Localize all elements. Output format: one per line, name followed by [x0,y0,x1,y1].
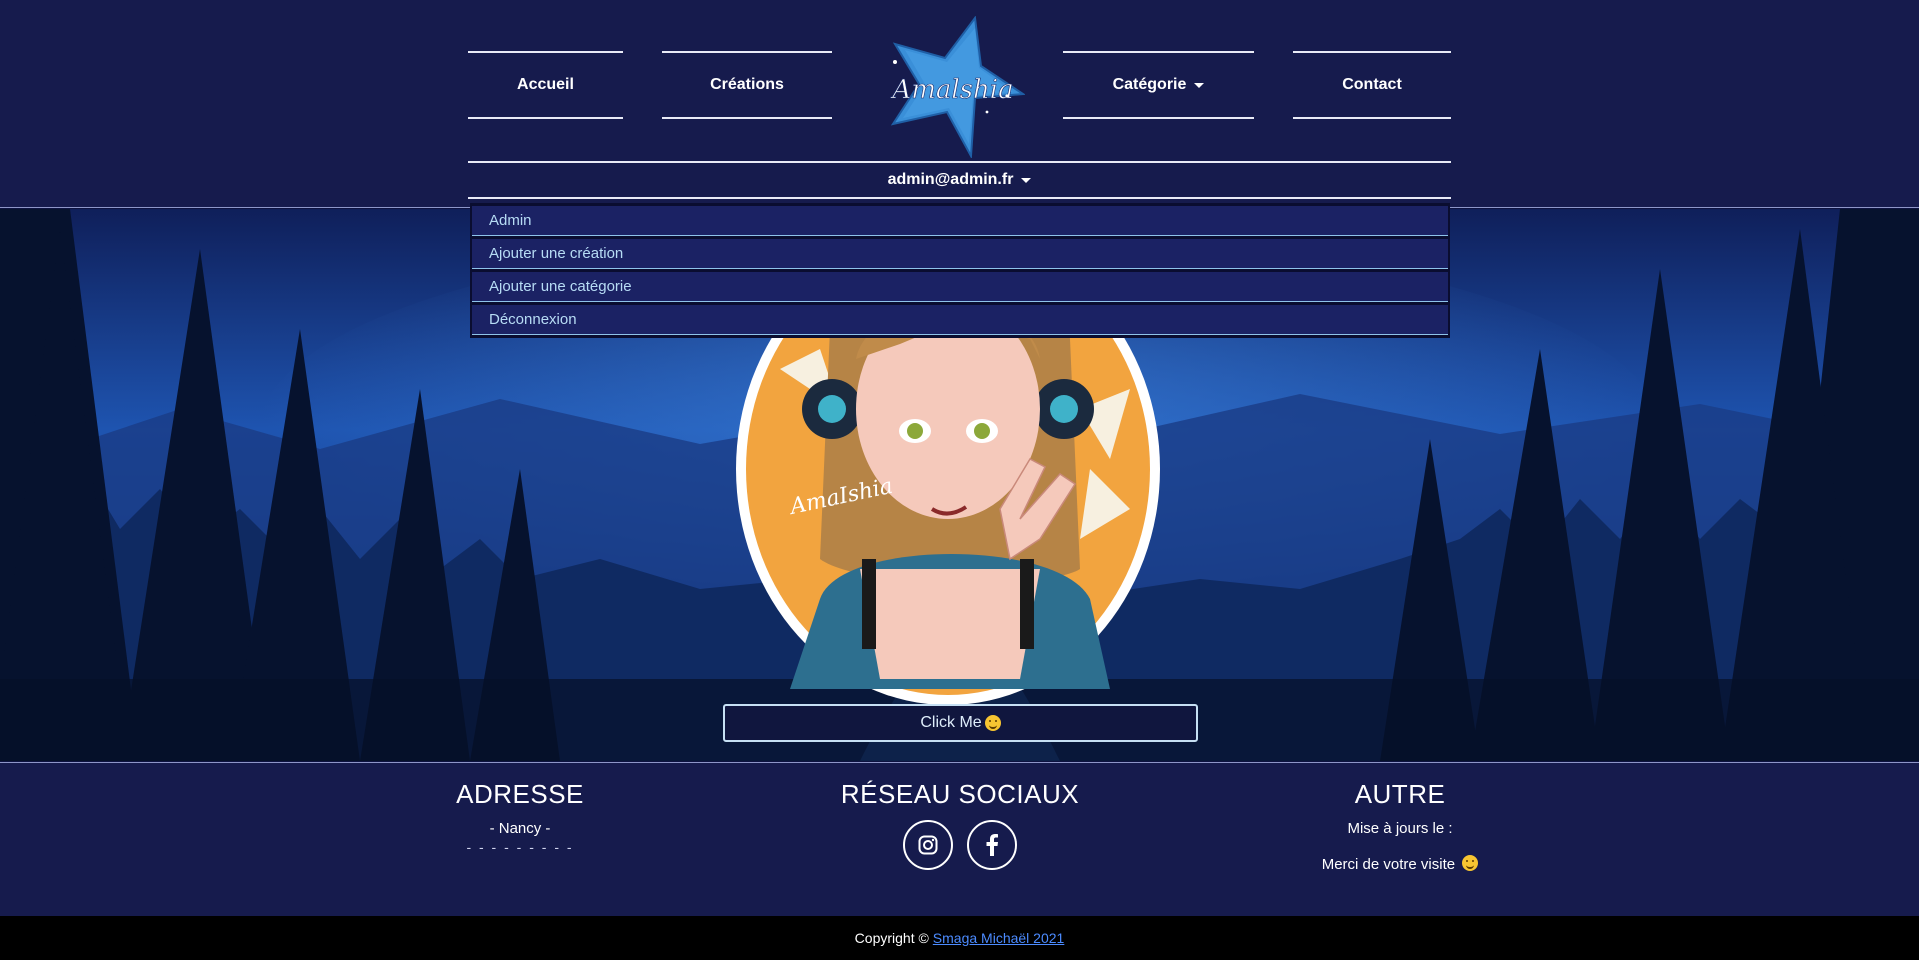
footer-dashes: - - - - - - - - - [466,839,574,855]
footer-updated-text: Mise à jours le : [1347,820,1453,837]
smile-emoji-icon [1462,855,1479,871]
nav-category-dropdown[interactable]: Catégorie [1063,51,1254,119]
dropdown-item-label: Déconnexion [489,311,577,328]
nav-home-link[interactable]: Accueil [468,51,623,119]
dropdown-item-label: Admin [489,212,532,229]
nav-contact-link[interactable]: Contact [1293,51,1451,119]
user-email: admin@admin.fr [887,171,1014,188]
instagram-icon [918,835,938,855]
dropdown-item-add-category[interactable]: Ajouter une catégorie [472,272,1448,302]
caret-down-icon [1021,177,1032,183]
dropdown-item-label: Ajouter une création [489,245,624,262]
facebook-icon [986,834,998,856]
dropdown-item-logout[interactable]: Déconnexion [472,305,1448,335]
site-logo[interactable]: Amalshia [875,15,1026,160]
copyright-author-link[interactable]: Smaga Michaël 2021 [933,930,1065,946]
footer-thanks-text: Merci de votre visite [1321,856,1456,873]
dropdown-item-label: Ajouter une catégorie [489,278,632,295]
nav-contact-label: Contact [1342,76,1402,93]
facebook-button[interactable] [967,820,1017,870]
dropdown-item-admin[interactable]: Admin [472,206,1448,236]
nav-creations-label: Créations [710,76,784,93]
star-logo-icon: Amalshia [890,15,1026,160]
footer-thanks: Merci de votre visite [1300,855,1500,873]
click-me-label: Click Me [920,714,982,731]
instagram-button[interactable] [903,820,953,870]
caret-down-icon [1194,82,1205,88]
logo-text: Amalshia [890,75,1013,105]
user-menu-toggle[interactable]: admin@admin.fr [468,161,1451,199]
footer-address-title: ADRESSE [456,779,584,809]
user-dropdown-menu: Admin Ajouter une création Ajouter une c… [470,203,1450,338]
click-me-button[interactable]: Click Me [723,704,1198,742]
site-footer: ADRESSE - Nancy - - - - - - - - - - RÉSE… [0,762,1919,916]
footer-address-column: ADRESSE - Nancy - - - - - - - - - - [420,779,620,855]
copyright-prefix: Copyright © [854,930,929,946]
footer-other-title: AUTRE [1354,779,1446,809]
footer-social-title: RÉSEAU SOCIAUX [840,779,1080,809]
footer-social-column: RÉSEAU SOCIAUX [810,779,1110,870]
footer-other-column: AUTRE Mise à jours le : Merci de votre v… [1300,779,1500,873]
nav-category-label: Catégorie [1112,76,1187,93]
nav-creations-link[interactable]: Créations [662,51,832,119]
dropdown-item-add-creation[interactable]: Ajouter une création [472,239,1448,269]
copyright-bar: Copyright © Smaga Michaël 2021 [0,916,1919,960]
site-header: Accueil Créations Amalshia Catégorie Con… [0,0,1919,208]
nav-home-label: Accueil [517,76,574,93]
smile-emoji-icon [984,715,1001,731]
footer-city: - Nancy - [489,820,551,837]
